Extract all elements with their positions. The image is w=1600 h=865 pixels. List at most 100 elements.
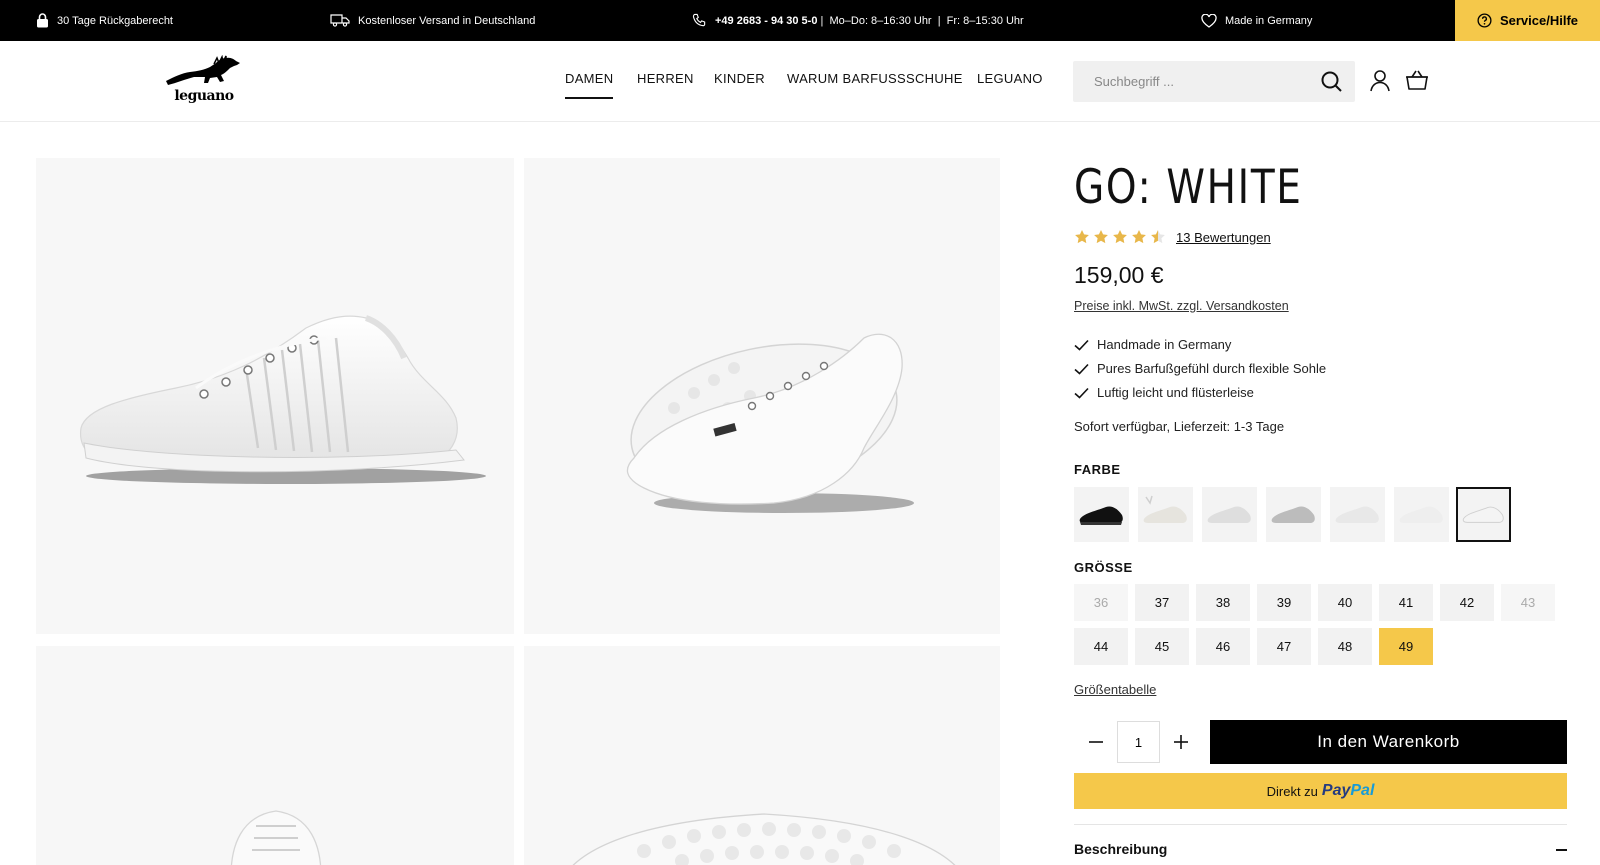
product-price: 159,00 € (1074, 262, 1164, 288)
cart-button[interactable] (1404, 68, 1430, 94)
star-icon (1075, 230, 1089, 244)
description-label: Beschreibung (1074, 841, 1168, 857)
size-label: GRÖSSE (1074, 560, 1133, 575)
nav-item-herren[interactable]: HERREN (637, 71, 694, 86)
product-image-front-view[interactable] (36, 646, 514, 865)
checkmark-icon (1074, 387, 1089, 399)
product-rating[interactable]: 13 Bewertungen (1074, 229, 1271, 245)
logo-wordmark: leguano (174, 88, 234, 104)
account-button[interactable] (1367, 68, 1393, 94)
color-swatch-light-2[interactable] (1202, 487, 1257, 542)
color-swatch-light-3[interactable] (1330, 487, 1385, 542)
tax-shipping-link[interactable]: Preise inkl. MwSt. zzgl. Versandkosten (1074, 299, 1289, 313)
top-info-bar: 30 Tage Rückgaberecht Kostenloser Versan… (0, 0, 1600, 41)
shoe-thumbnail-light (1143, 495, 1187, 523)
returns-text: 30 Tage Rückgaberecht (57, 14, 173, 27)
size-option[interactable]: 45 (1135, 628, 1189, 665)
product-image-sole-view[interactable] (524, 158, 1000, 634)
returns-info: 30 Tage Rückgaberecht (36, 0, 173, 41)
paypal-checkout-button[interactable]: Direkt zu PayPal (1074, 773, 1567, 809)
feature-item: Luftig leicht und flüsterleise (1074, 385, 1254, 400)
opening-hours: | Mo–Do: 8–16:30 Uhr | Fr: 8–15:30 Uhr (817, 14, 1024, 27)
help-icon (1477, 13, 1492, 28)
size-option[interactable]: 37 (1135, 584, 1189, 621)
search-box (1073, 61, 1355, 102)
color-swatch-black[interactable] (1074, 487, 1129, 542)
shoe-thumbnail-light (1207, 506, 1251, 523)
size-option[interactable]: 42 (1440, 584, 1494, 621)
paypal-logo-part-2: Pal (1350, 782, 1375, 799)
color-swatch-light-1[interactable] (1138, 487, 1193, 542)
collapse-minus-icon (1556, 849, 1567, 851)
size-option[interactable]: 43 (1501, 584, 1555, 621)
product-image-outsole-view[interactable] (524, 646, 1000, 865)
phone-number[interactable]: +49 2683 - 94 30 5-0 (715, 15, 817, 27)
truck-icon (330, 14, 350, 27)
size-option[interactable]: 36 (1074, 584, 1128, 621)
product-image-side-view[interactable] (36, 158, 514, 634)
leguano-logo[interactable]: leguano (164, 54, 244, 107)
service-help-button[interactable]: Service/Hilfe (1455, 0, 1600, 41)
paypal-prefix: Direkt zu (1266, 783, 1318, 799)
color-swatch-light-4[interactable] (1394, 487, 1449, 542)
shoe-thumbnail-grey (1271, 506, 1315, 523)
quantity-increase-button[interactable] (1169, 730, 1193, 754)
product-title: GO: WHITE (1074, 160, 1303, 215)
shipping-info: Kostenloser Versand in Deutschland (330, 0, 535, 41)
color-swatch-white-selected[interactable] (1456, 487, 1511, 542)
size-option[interactable]: 47 (1257, 628, 1311, 665)
star-icon (1132, 230, 1146, 244)
shoe-thumbnail-light (1335, 506, 1379, 523)
search-icon (1321, 71, 1342, 92)
nav-item-leguano[interactable]: LEGUANO (977, 71, 1043, 86)
user-icon (1370, 70, 1390, 92)
size-option[interactable]: 46 (1196, 628, 1250, 665)
plus-icon (1174, 735, 1188, 749)
search-input[interactable] (1073, 61, 1303, 102)
nav-item-warum-barfussschuhe[interactable]: WARUM BARFUSSSCHUHE (787, 71, 963, 86)
reviews-link[interactable]: 13 Bewertungen (1176, 230, 1271, 245)
feature-text: Pures Barfußgefühl durch flexible Sohle (1097, 361, 1327, 376)
size-option[interactable]: 39 (1257, 584, 1311, 621)
color-swatch-grey[interactable] (1266, 487, 1321, 542)
shoe-side-illustration (80, 315, 486, 484)
nav-item-damen[interactable]: DAMEN (565, 71, 614, 99)
checkmark-icon (1074, 339, 1089, 351)
shoe-thumbnail-light (1399, 506, 1443, 523)
lock-icon (37, 13, 48, 28)
star-icon (1094, 230, 1108, 244)
checkmark-icon (1074, 363, 1089, 375)
size-option[interactable]: 38 (1196, 584, 1250, 621)
shoe-thumbnail-black (1079, 506, 1123, 525)
size-option[interactable]: 48 (1318, 628, 1372, 665)
size-option[interactable]: 44 (1074, 628, 1128, 665)
phone-info: +49 2683 - 94 30 5-0 | Mo–Do: 8–16:30 Uh… (692, 0, 1024, 41)
add-to-cart-button[interactable]: In den Warenkorb (1210, 720, 1567, 764)
quantity-decrease-button[interactable] (1084, 730, 1108, 754)
site-header: leguano DAMEN HERREN KINDER WARUM BARFUS… (0, 41, 1600, 122)
phone-icon (692, 13, 706, 27)
service-help-label: Service/Hilfe (1499, 13, 1579, 28)
feature-item: Handmade in Germany (1074, 337, 1231, 352)
divider (1074, 824, 1567, 825)
basket-icon (1406, 70, 1428, 90)
shoe-pair-illustration (626, 333, 914, 513)
minus-icon (1089, 741, 1103, 743)
size-option[interactable]: 40 (1318, 584, 1372, 621)
paypal-logo: PayPal (1322, 782, 1374, 800)
half-star-icon (1151, 230, 1165, 244)
color-label: FARBE (1074, 462, 1121, 477)
paypal-logo-part-1: Pay (1321, 782, 1351, 799)
quantity-input[interactable] (1117, 721, 1160, 763)
size-option[interactable]: 41 (1379, 584, 1433, 621)
feature-text: Handmade in Germany (1097, 337, 1232, 352)
size-option-selected[interactable]: 49 (1379, 628, 1433, 665)
size-table-link[interactable]: Größentabelle (1074, 682, 1156, 697)
made-in-germany-info: Made in Germany (1201, 0, 1312, 41)
search-button[interactable] (1319, 69, 1345, 95)
nav-item-kinder[interactable]: KINDER (714, 71, 765, 86)
feature-item: Pures Barfußgefühl durch flexible Sohle (1074, 361, 1326, 376)
shoe-front-illustration (230, 810, 322, 865)
made-in-text: Made in Germany (1225, 14, 1313, 27)
description-accordion[interactable]: Beschreibung (1074, 841, 1567, 857)
